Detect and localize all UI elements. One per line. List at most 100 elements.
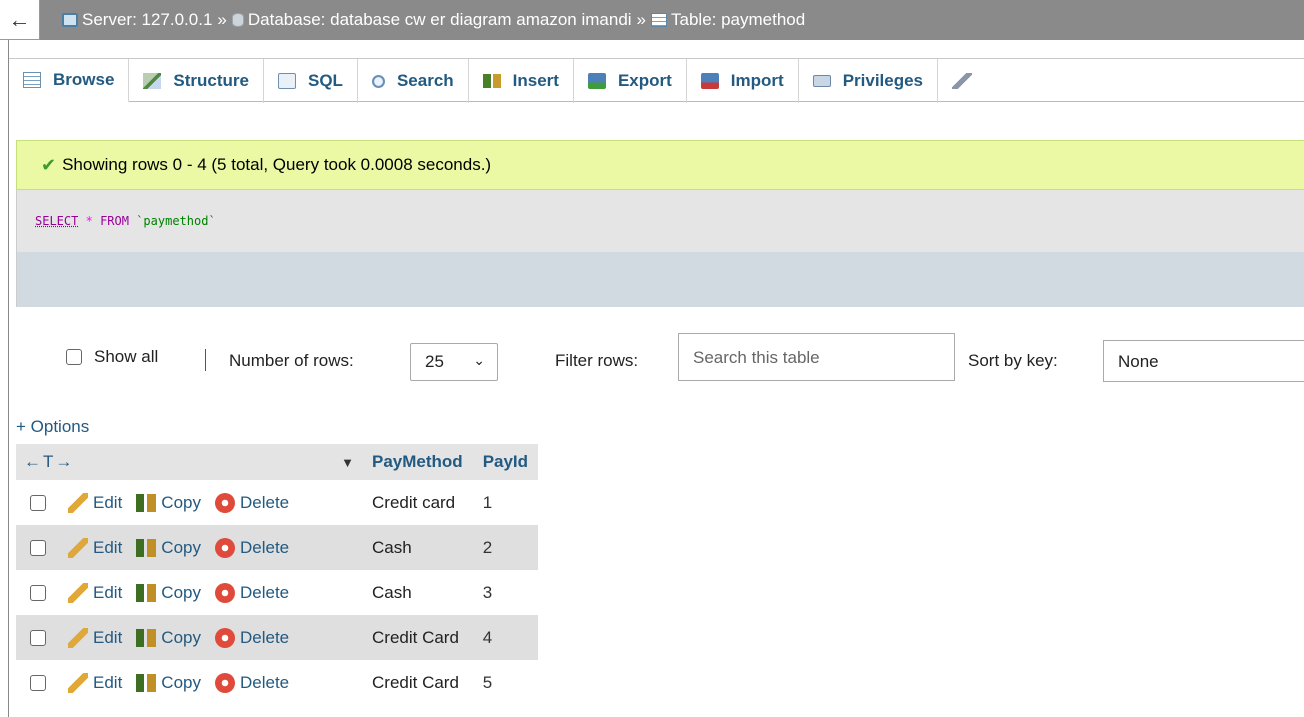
import-icon xyxy=(700,73,719,89)
copy-icon xyxy=(136,493,157,512)
breadcrumb-table-label: Table: paymethod xyxy=(671,10,806,29)
column-resize-arrows-icon[interactable]: ←T→ xyxy=(24,452,74,472)
sort-by-key-value: None xyxy=(1118,352,1159,371)
copy-link[interactable]: Copy xyxy=(136,673,201,693)
breadcrumb-separator: » xyxy=(636,10,647,29)
copy-icon xyxy=(136,628,157,647)
navigation-controls: Show all Number of rows: 25 ⌄ Filter row… xyxy=(0,333,1304,383)
breadcrumb-database[interactable]: Database: database cw er diagram amazon … xyxy=(231,10,632,30)
browse-icon xyxy=(23,72,41,88)
delete-label: Delete xyxy=(239,582,290,602)
cell-paymethod[interactable]: Credit Card xyxy=(362,615,473,660)
copy-icon xyxy=(136,538,157,557)
table-row: Edit Copy Delete Credit Card 4 xyxy=(16,615,539,660)
tab-label: SQL xyxy=(308,71,343,90)
delete-link[interactable]: Delete xyxy=(214,627,290,648)
tab-search[interactable]: Search xyxy=(358,59,469,103)
sort-dropdown-icon[interactable]: ▼ xyxy=(341,455,354,470)
number-of-rows-select[interactable]: 25 ⌄ xyxy=(410,343,498,381)
delete-link[interactable]: Delete xyxy=(214,672,290,693)
table-header-row: ←T→ ▼ PayMethod PayId xyxy=(16,444,539,480)
delete-link[interactable]: Delete xyxy=(214,582,290,603)
server-icon xyxy=(62,13,78,27)
tab-insert[interactable]: Insert xyxy=(469,59,574,103)
tab-label: Search xyxy=(396,71,454,90)
pencil-icon xyxy=(68,627,88,648)
column-header-paymethod[interactable]: PayMethod xyxy=(362,444,473,480)
breadcrumb-table[interactable]: Table: paymethod xyxy=(651,10,805,30)
delete-icon xyxy=(214,672,235,693)
edit-label: Edit xyxy=(93,492,123,512)
row-checkbox[interactable] xyxy=(30,629,46,646)
pencil-icon xyxy=(68,492,88,513)
tab-export[interactable]: Export xyxy=(574,59,687,103)
delete-icon xyxy=(214,492,235,513)
cell-paymethod[interactable]: Credit Card xyxy=(362,660,473,705)
tab-operations[interactable] xyxy=(938,59,984,103)
sort-by-key-select[interactable]: None xyxy=(1103,340,1304,382)
cell-paymethod[interactable]: Cash xyxy=(362,570,473,615)
cell-payid[interactable]: 4 xyxy=(472,615,539,660)
cell-paymethod[interactable]: Cash xyxy=(362,525,473,570)
copy-link[interactable]: Copy xyxy=(136,583,201,603)
edit-link[interactable]: Edit xyxy=(68,537,122,558)
table-row: Edit Copy Delete Credit Card 5 xyxy=(16,660,538,705)
copy-icon xyxy=(136,583,157,602)
wrench-icon xyxy=(952,73,973,89)
tab-structure[interactable]: Structure xyxy=(129,59,264,103)
breadcrumb-server[interactable]: Server: 127.0.0.1 xyxy=(62,10,212,30)
cell-payid[interactable]: 1 xyxy=(473,480,538,525)
tab-privileges[interactable]: Privileges xyxy=(799,59,939,103)
tab-label: Import xyxy=(730,71,784,90)
tab-label: Export xyxy=(617,71,672,90)
row-checkbox[interactable] xyxy=(30,674,46,691)
cell-payid[interactable]: 2 xyxy=(472,525,539,570)
tab-bar: Browse Structure SQL Search Insert Expor… xyxy=(9,58,1304,103)
breadcrumb: Server: 127.0.0.1 » Database: database c… xyxy=(62,0,805,40)
delete-link[interactable]: Delete xyxy=(214,492,289,513)
edit-label: Edit xyxy=(93,672,123,692)
breadcrumb-server-label: Server: 127.0.0.1 xyxy=(82,10,213,29)
row-checkbox[interactable] xyxy=(30,584,46,601)
edit-label: Edit xyxy=(93,627,123,647)
row-checkbox[interactable] xyxy=(30,494,46,511)
tab-import[interactable]: Import xyxy=(687,59,799,103)
tab-browse[interactable]: Browse xyxy=(9,59,130,103)
table-row: Edit Copy Delete Cash 2 xyxy=(16,525,539,570)
edit-link[interactable]: Edit xyxy=(68,672,123,693)
edit-link[interactable]: Edit xyxy=(68,492,123,513)
sql-keyword-select[interactable]: SELECT xyxy=(35,214,78,228)
edit-link[interactable]: Edit xyxy=(68,582,122,603)
insert-icon xyxy=(482,74,501,88)
row-checkbox[interactable] xyxy=(30,539,46,556)
copy-label: Copy xyxy=(161,627,201,647)
pencil-icon xyxy=(68,537,88,558)
filter-rows-input[interactable]: Search this table xyxy=(678,333,955,381)
options-link[interactable]: + Options xyxy=(16,417,89,437)
show-all-control[interactable]: Show all xyxy=(66,347,158,367)
breadcrumb-bar: ← Server: 127.0.0.1 » Database: database… xyxy=(0,0,1304,40)
delete-link[interactable]: Delete xyxy=(214,537,290,558)
copy-link[interactable]: Copy xyxy=(136,538,201,558)
results-table: ←T→ ▼ PayMethod PayId Edit Copy Delete C… xyxy=(16,444,539,705)
check-icon: ✔ xyxy=(41,154,57,175)
delete-label: Delete xyxy=(239,537,290,557)
filter-rows-placeholder: Search this table xyxy=(693,348,820,367)
delete-icon xyxy=(214,582,235,603)
column-header-payid[interactable]: PayId xyxy=(472,444,539,480)
show-all-checkbox[interactable] xyxy=(66,349,82,365)
show-all-label: Show all xyxy=(94,347,159,366)
back-arrow-icon[interactable]: ← xyxy=(0,0,40,40)
tab-sql[interactable]: SQL xyxy=(264,59,358,103)
delete-label: Delete xyxy=(239,627,290,647)
cell-paymethod[interactable]: Credit card xyxy=(362,480,473,525)
cell-payid[interactable]: 3 xyxy=(473,570,538,615)
delete-label: Delete xyxy=(239,672,290,692)
row-controls-header: ←T→ ▼ xyxy=(16,444,362,480)
copy-label: Copy xyxy=(161,492,201,512)
table-row: Edit Copy Delete Credit card 1 xyxy=(16,480,538,525)
copy-link[interactable]: Copy xyxy=(136,628,201,648)
edit-link[interactable]: Edit xyxy=(68,627,123,648)
cell-payid[interactable]: 5 xyxy=(473,660,538,705)
copy-link[interactable]: Copy xyxy=(136,493,201,513)
